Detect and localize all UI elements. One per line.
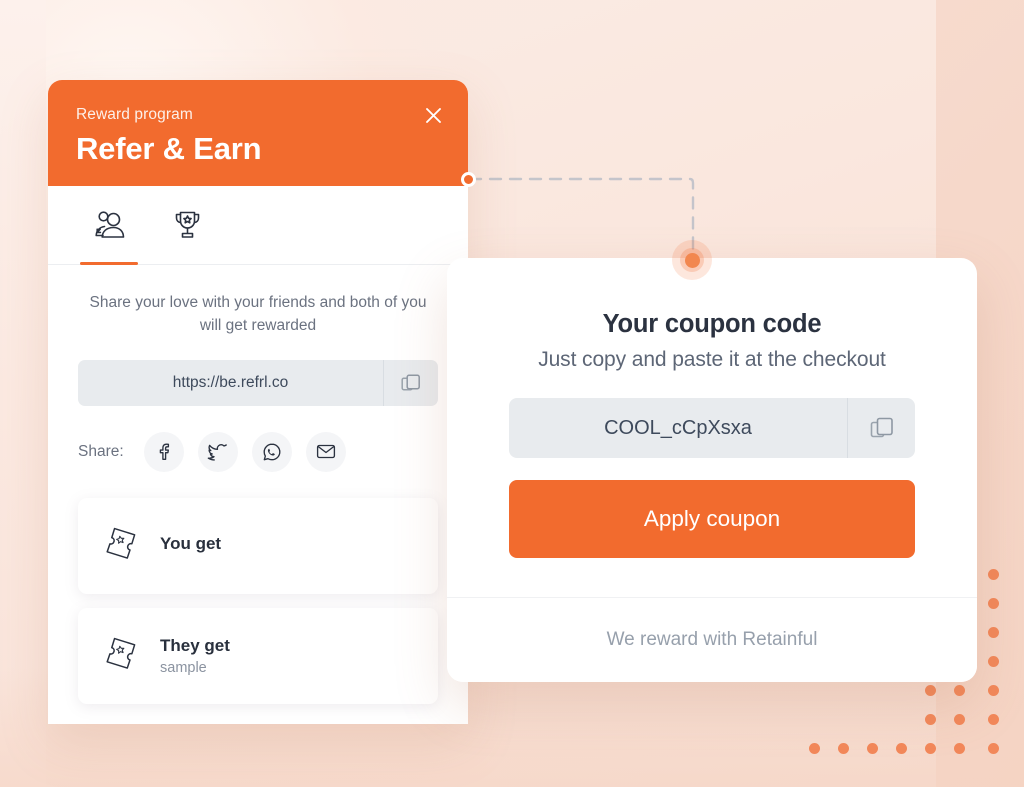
apply-coupon-button[interactable]: Apply coupon <box>509 480 915 558</box>
widget-kicker: Reward program <box>76 106 193 123</box>
widget-title: Refer & Earn <box>76 131 262 167</box>
share-facebook-button[interactable] <box>143 431 184 472</box>
whatsapp-icon <box>263 443 281 460</box>
coupon-card-body: Your coupon code Just copy and paste it … <box>447 258 977 558</box>
share-blurb: Share your love with your friends and bo… <box>89 294 427 335</box>
tab-inactive-underline <box>158 262 216 265</box>
share-twitter-button[interactable] <box>197 431 238 472</box>
tab-refer[interactable] <box>70 186 148 265</box>
reward-card-you-get[interactable]: You get <box>78 497 438 594</box>
reward-card-they-get[interactable]: They get sample <box>78 607 438 704</box>
close-button[interactable] <box>418 100 448 130</box>
coupon-code-field: COOL_cCpXsxa <box>509 398 915 458</box>
widget-tabs <box>48 186 468 265</box>
reward-text-wrap: They get sample <box>160 635 230 675</box>
connector-node-start <box>461 172 476 187</box>
close-icon <box>425 107 441 123</box>
email-icon <box>316 444 335 459</box>
coupon-subtitle: Just copy and paste it at the checkout <box>538 348 886 371</box>
refer-and-earn-widget: Reward program Refer & Earn Share your l… <box>48 80 468 724</box>
copy-icon <box>401 373 420 390</box>
copy-link-button[interactable] <box>383 359 438 406</box>
reward-icon-wrap <box>102 525 154 566</box>
ticket-icon <box>106 527 136 559</box>
connector-node-end <box>685 253 700 268</box>
referral-link-value: https://be.refrl.co <box>172 373 289 391</box>
share-row: Share: <box>78 431 438 472</box>
reward-cards-list: You get They get sample <box>78 497 438 704</box>
screenshot-stage: Reward program Refer & Earn Share your l… <box>0 0 1024 787</box>
facebook-icon <box>159 443 170 460</box>
share-whatsapp-button[interactable] <box>251 431 292 472</box>
ticket-icon <box>106 637 136 669</box>
coupon-code-value: COOL_cCpXsxa <box>604 416 752 439</box>
reward-title: They get <box>160 636 230 656</box>
widget-body: Share your love with your friends and bo… <box>48 265 468 704</box>
coupon-title: Your coupon code <box>602 310 822 338</box>
tab-rewards[interactable] <box>148 186 226 264</box>
share-email-button[interactable] <box>305 431 346 472</box>
widget-header: Reward program Refer & Earn <box>48 80 468 186</box>
coupon-card: Your coupon code Just copy and paste it … <box>447 258 977 682</box>
twitter-icon <box>207 444 228 461</box>
trophy-icon <box>175 211 199 238</box>
copy-coupon-button[interactable] <box>847 398 915 458</box>
reward-subtitle: sample <box>160 659 207 676</box>
reward-title: You get <box>160 534 222 554</box>
reward-text-wrap: You get <box>160 533 221 557</box>
referral-link-field: https://be.refrl.co <box>78 359 438 406</box>
share-label: Share: <box>78 442 124 460</box>
reward-icon-wrap <box>102 635 154 676</box>
tab-active-underline <box>80 262 138 265</box>
people-referral-icon <box>95 211 125 238</box>
coupon-footer: We reward with Retainful <box>447 597 977 682</box>
copy-icon <box>870 417 893 438</box>
